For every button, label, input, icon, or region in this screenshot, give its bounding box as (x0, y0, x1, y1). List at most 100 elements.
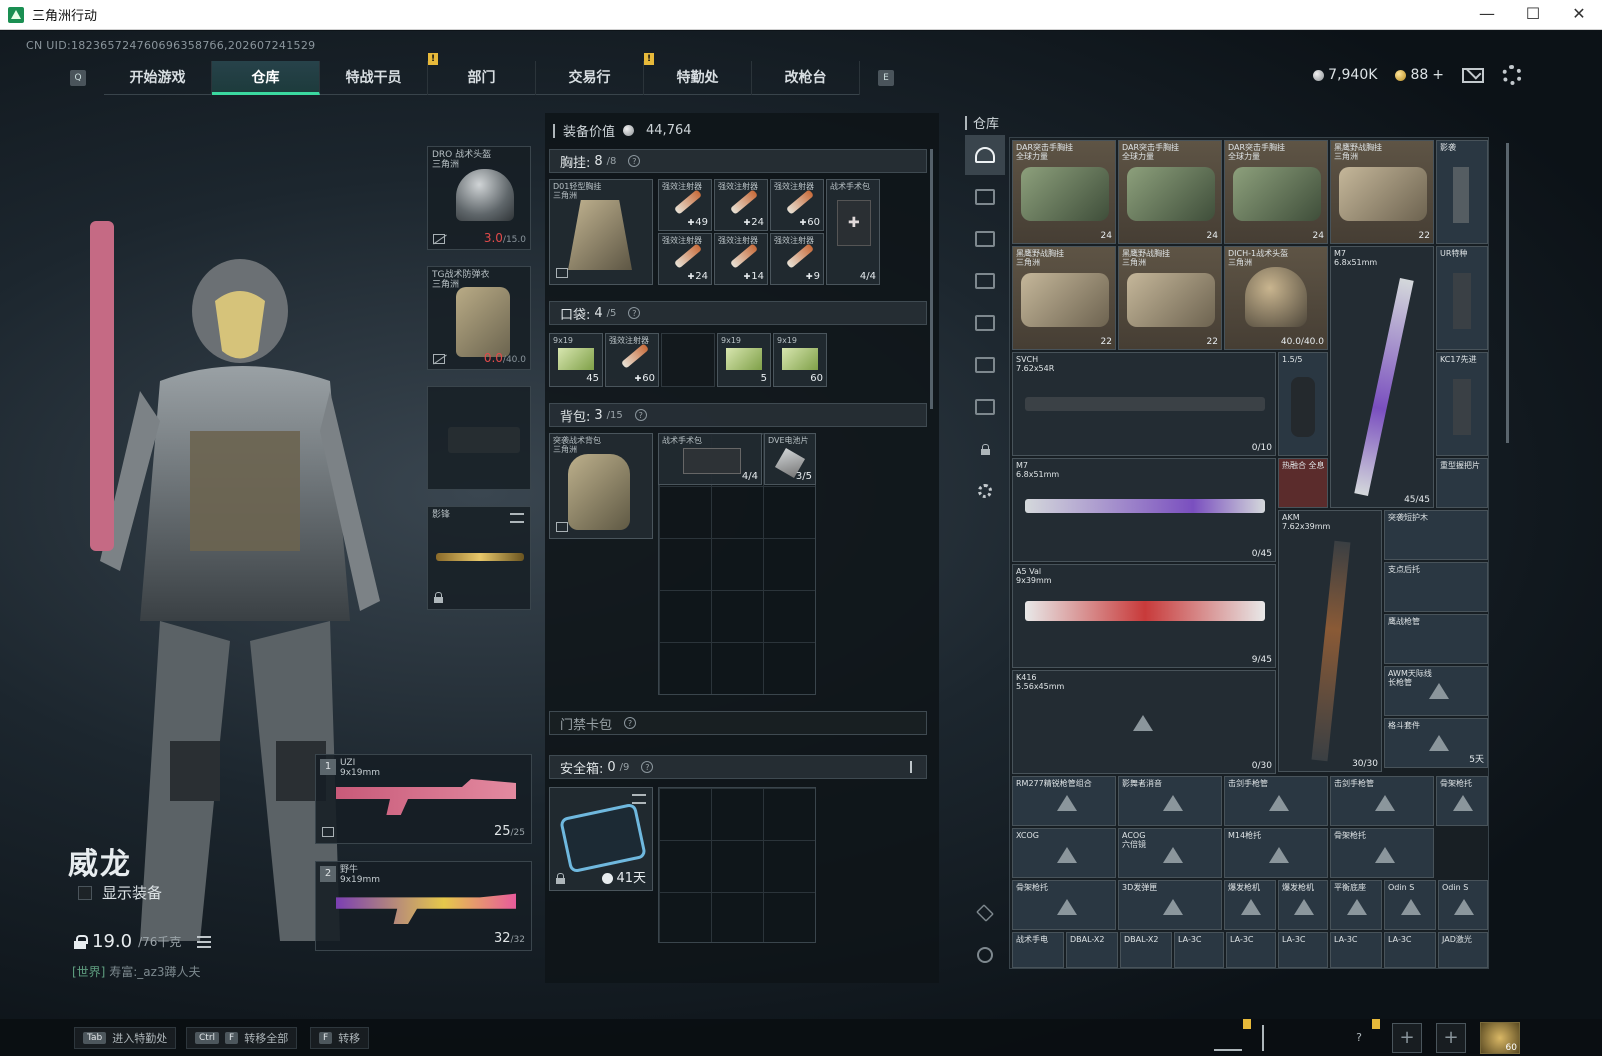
flag-icon[interactable] (1262, 1025, 1290, 1051)
help-icon[interactable]: ? (624, 717, 637, 729)
warehouse-item[interactable]: UR特种 (1436, 246, 1488, 350)
warehouse-item[interactable]: 黑鹰野战胸挂 三角洲 22 (1330, 140, 1434, 244)
warehouse-item[interactable]: 骨架枪托 (1436, 776, 1488, 826)
warehouse-scrollbar[interactable] (1506, 143, 1509, 443)
inventory-item[interactable]: 强效注射器60 (605, 333, 659, 387)
warehouse-item[interactable]: DICH-1战术头盔 三角洲 40.0/40.0 (1224, 246, 1328, 350)
sort-button[interactable] (965, 935, 1005, 975)
warehouse-tab-2[interactable] (965, 219, 1005, 259)
tab-department[interactable]: ! 部门 (428, 53, 536, 95)
swap-icon[interactable] (510, 513, 524, 523)
warehouse-item[interactable]: 鹰战枪管 (1384, 614, 1488, 664)
inventory-item[interactable]: 强效注射器49 (658, 179, 712, 231)
safebox-slot[interactable]: 41天 (549, 787, 653, 891)
warehouse-item[interactable]: 1.5/5 (1278, 352, 1328, 456)
warehouse-item[interactable]: 黑鹰野战胸挂 三角洲 22 (1012, 246, 1116, 350)
warehouse-item[interactable]: AKM 7.62x39mm 30/30 (1278, 510, 1382, 772)
inventory-item[interactable]: DVE电池片 3/5 (764, 433, 816, 485)
warehouse-item[interactable]: 爆发枪机 (1224, 880, 1276, 930)
armor-slot[interactable]: TG战术防弹衣 三角洲 0.0/40.0 (427, 266, 531, 370)
warehouse-item[interactable]: JAD激光 (1438, 932, 1488, 968)
gear-icon[interactable] (1502, 65, 1522, 85)
primary-weapon-slot-2[interactable]: 2 野牛 9x19mm 32/32 (315, 861, 532, 951)
warehouse-item[interactable]: Odin S (1384, 880, 1436, 930)
show-equipment-checkbox[interactable] (78, 885, 92, 900)
tab-operators[interactable]: 特战干员 (320, 61, 428, 95)
warehouse-item[interactable]: 3D发弹匣 (1118, 880, 1222, 930)
warehouse-item[interactable]: 击剑手枪管 (1224, 776, 1328, 826)
help-icon[interactable]: ? (628, 307, 641, 319)
loadout-scrollbar[interactable] (930, 149, 933, 409)
warehouse-item[interactable]: A5 Val 9x39mm 9/45 (1012, 564, 1276, 668)
warehouse-item[interactable]: LA-3C (1226, 932, 1276, 968)
inventory-item[interactable]: 强效注射器24 (714, 179, 768, 231)
warehouse-tab-1[interactable] (965, 177, 1005, 217)
warehouse-tab-3[interactable] (965, 261, 1005, 301)
backpack-slot[interactable]: 突袭战术背包 三角洲 (549, 433, 653, 539)
warehouse-item[interactable]: DBAL-X2 (1066, 932, 1118, 968)
keycard-header[interactable]: 门禁卡包 ? (549, 711, 927, 735)
warehouse-item[interactable]: 黑鹰野战胸挂 三角洲 22 (1118, 246, 1222, 350)
warehouse-item[interactable]: 热融合 全息 (1278, 458, 1328, 508)
list-icon[interactable] (197, 935, 212, 948)
warehouse-settings[interactable] (965, 471, 1005, 511)
warehouse-item[interactable]: LA-3C (1330, 932, 1382, 968)
warehouse-item[interactable]: 支点后托 (1384, 562, 1488, 612)
warehouse-item[interactable]: SVCH 7.62x54R 0/10 (1012, 352, 1276, 456)
warehouse-item[interactable]: 击剑手枪管 (1330, 776, 1434, 826)
tab-warehouse[interactable]: 仓库 (212, 61, 320, 95)
pin-icon[interactable] (910, 761, 918, 773)
helmet-slot[interactable]: DRO 战术头盔 三角洲 3.0/15.0 (427, 146, 531, 250)
invite-slot-2[interactable]: + (1436, 1023, 1466, 1053)
hint-enter-special-ops[interactable]: Tab 进入特勤处 (74, 1027, 177, 1049)
empty-slot[interactable] (661, 333, 715, 387)
safebox-grid[interactable] (658, 787, 816, 943)
warehouse-item[interactable]: 爆发枪机 (1278, 880, 1328, 930)
maximize-button[interactable]: ☐ (1510, 0, 1556, 30)
help-icon[interactable]: ? (641, 761, 654, 773)
nav-prev-key[interactable]: Q (70, 70, 86, 86)
inventory-item[interactable]: 强效注射器9 (770, 233, 824, 285)
warehouse-tab-4[interactable] (965, 303, 1005, 343)
warehouse-tab-locked[interactable] (965, 429, 1005, 469)
swap-icon[interactable] (632, 794, 646, 804)
stats-icon[interactable] (1214, 1025, 1242, 1051)
warehouse-item[interactable]: ACOG 六倍镜 (1118, 828, 1222, 878)
warehouse-item[interactable]: 突袭短护木 (1384, 510, 1488, 560)
stack-button[interactable] (965, 893, 1005, 933)
invite-slot-1[interactable]: + (1392, 1023, 1422, 1053)
help-icon[interactable]: ? (628, 155, 641, 167)
warehouse-item[interactable]: 战术手电 (1012, 932, 1064, 968)
avatar[interactable]: 60 (1480, 1022, 1520, 1054)
inventory-item[interactable]: 强效注射器14 (714, 233, 768, 285)
warehouse-item[interactable]: M7 6.8x51mm 45/45 (1330, 246, 1434, 508)
hint-transfer[interactable]: F 转移 (310, 1027, 370, 1049)
warehouse-tab-6[interactable] (965, 387, 1005, 427)
warehouse-item[interactable]: RM277精锐枪管组合 (1012, 776, 1116, 826)
tab-start-game[interactable]: 开始游戏 (104, 61, 212, 95)
warehouse-item[interactable]: LA-3C (1174, 932, 1224, 968)
warehouse-item[interactable]: LA-3C (1278, 932, 1328, 968)
warehouse-item[interactable]: DBAL-X2 (1120, 932, 1172, 968)
warehouse-item[interactable]: 影袭 (1436, 140, 1488, 244)
show-equipment-toggle[interactable]: 显示装备 (78, 882, 162, 903)
warehouse-item[interactable]: M14枪托 (1224, 828, 1328, 878)
warehouse-item[interactable]: XCOG (1012, 828, 1116, 878)
add-currency-button[interactable]: + (1432, 67, 1444, 83)
nav-next-key[interactable]: E (878, 70, 894, 86)
warehouse-item[interactable]: DAR突击手胸挂 全球力量 24 (1118, 140, 1222, 244)
inventory-item[interactable]: 强效注射器60 (770, 179, 824, 231)
warehouse-item[interactable]: LA-3C (1384, 932, 1436, 968)
warehouse-item[interactable]: AWM天际线 长枪管 (1384, 666, 1488, 716)
tab-gunsmith[interactable]: 改枪台 (752, 61, 860, 95)
warehouse-item[interactable]: 骨架枪托 (1330, 828, 1434, 878)
warehouse-item[interactable]: Odin S (1438, 880, 1488, 930)
gold-currency[interactable]: 88 + (1395, 67, 1444, 83)
hint-transfer-all[interactable]: Ctrl F 转移全部 (186, 1027, 298, 1049)
mail-icon[interactable] (1462, 67, 1484, 83)
tab-trade[interactable]: 交易行 (536, 61, 644, 95)
world-chat[interactable]: [世界] 寿富:_az3蹲人夫 (72, 963, 201, 980)
minimize-button[interactable]: — (1464, 0, 1510, 30)
close-button[interactable]: ✕ (1556, 0, 1602, 30)
tab-special-ops[interactable]: ! 特勤处 (644, 53, 752, 95)
